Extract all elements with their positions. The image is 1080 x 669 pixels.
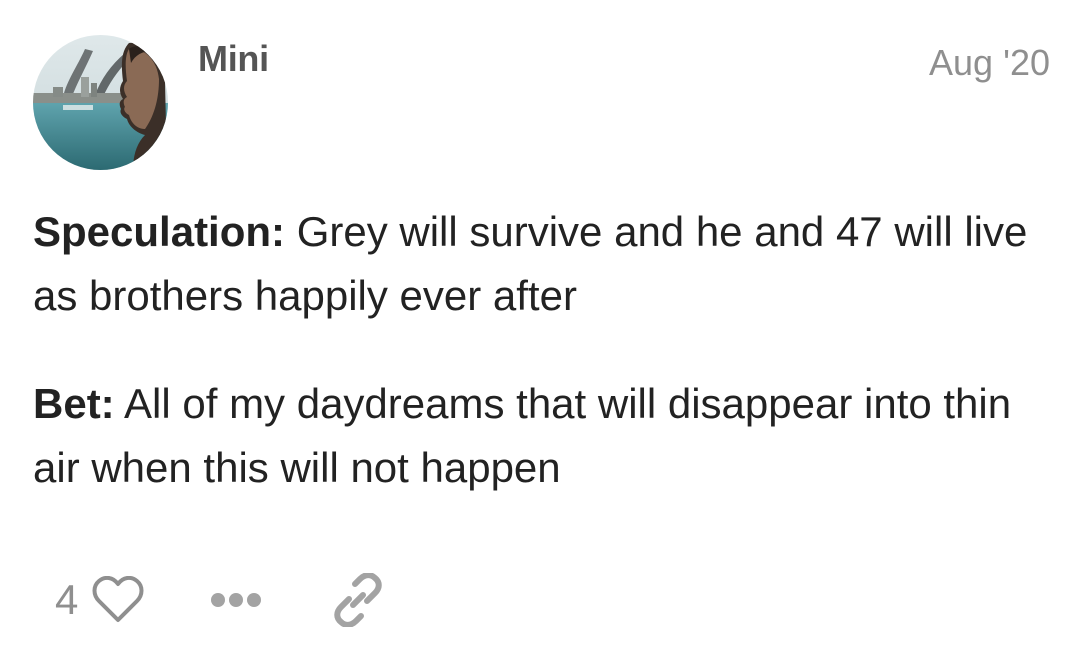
heart-icon — [92, 576, 144, 622]
post: Mini Aug '20 Speculation: Grey will surv… — [0, 0, 1080, 669]
username[interactable]: Mini — [198, 38, 269, 80]
avatar-image — [33, 35, 168, 170]
like-button[interactable] — [90, 572, 146, 628]
post-body: Speculation: Grey will survive and he an… — [33, 200, 1033, 544]
avatar[interactable] — [33, 35, 168, 170]
paragraph-text: All of my daydreams that will disappear … — [33, 380, 1012, 491]
share-link-button[interactable] — [330, 572, 386, 628]
like-count[interactable]: 4 — [55, 576, 78, 624]
paragraph-speculation: Speculation: Grey will survive and he an… — [33, 200, 1033, 328]
more-button[interactable] — [206, 572, 266, 628]
more-icon — [211, 593, 262, 607]
post-actions: 4 — [55, 570, 386, 630]
post-date[interactable]: Aug '20 — [929, 42, 1050, 84]
paragraph-label: Speculation: — [33, 208, 286, 255]
link-icon — [334, 573, 383, 627]
paragraph-bet: Bet: All of my daydreams that will disap… — [33, 372, 1033, 500]
paragraph-label: Bet: — [33, 380, 115, 427]
